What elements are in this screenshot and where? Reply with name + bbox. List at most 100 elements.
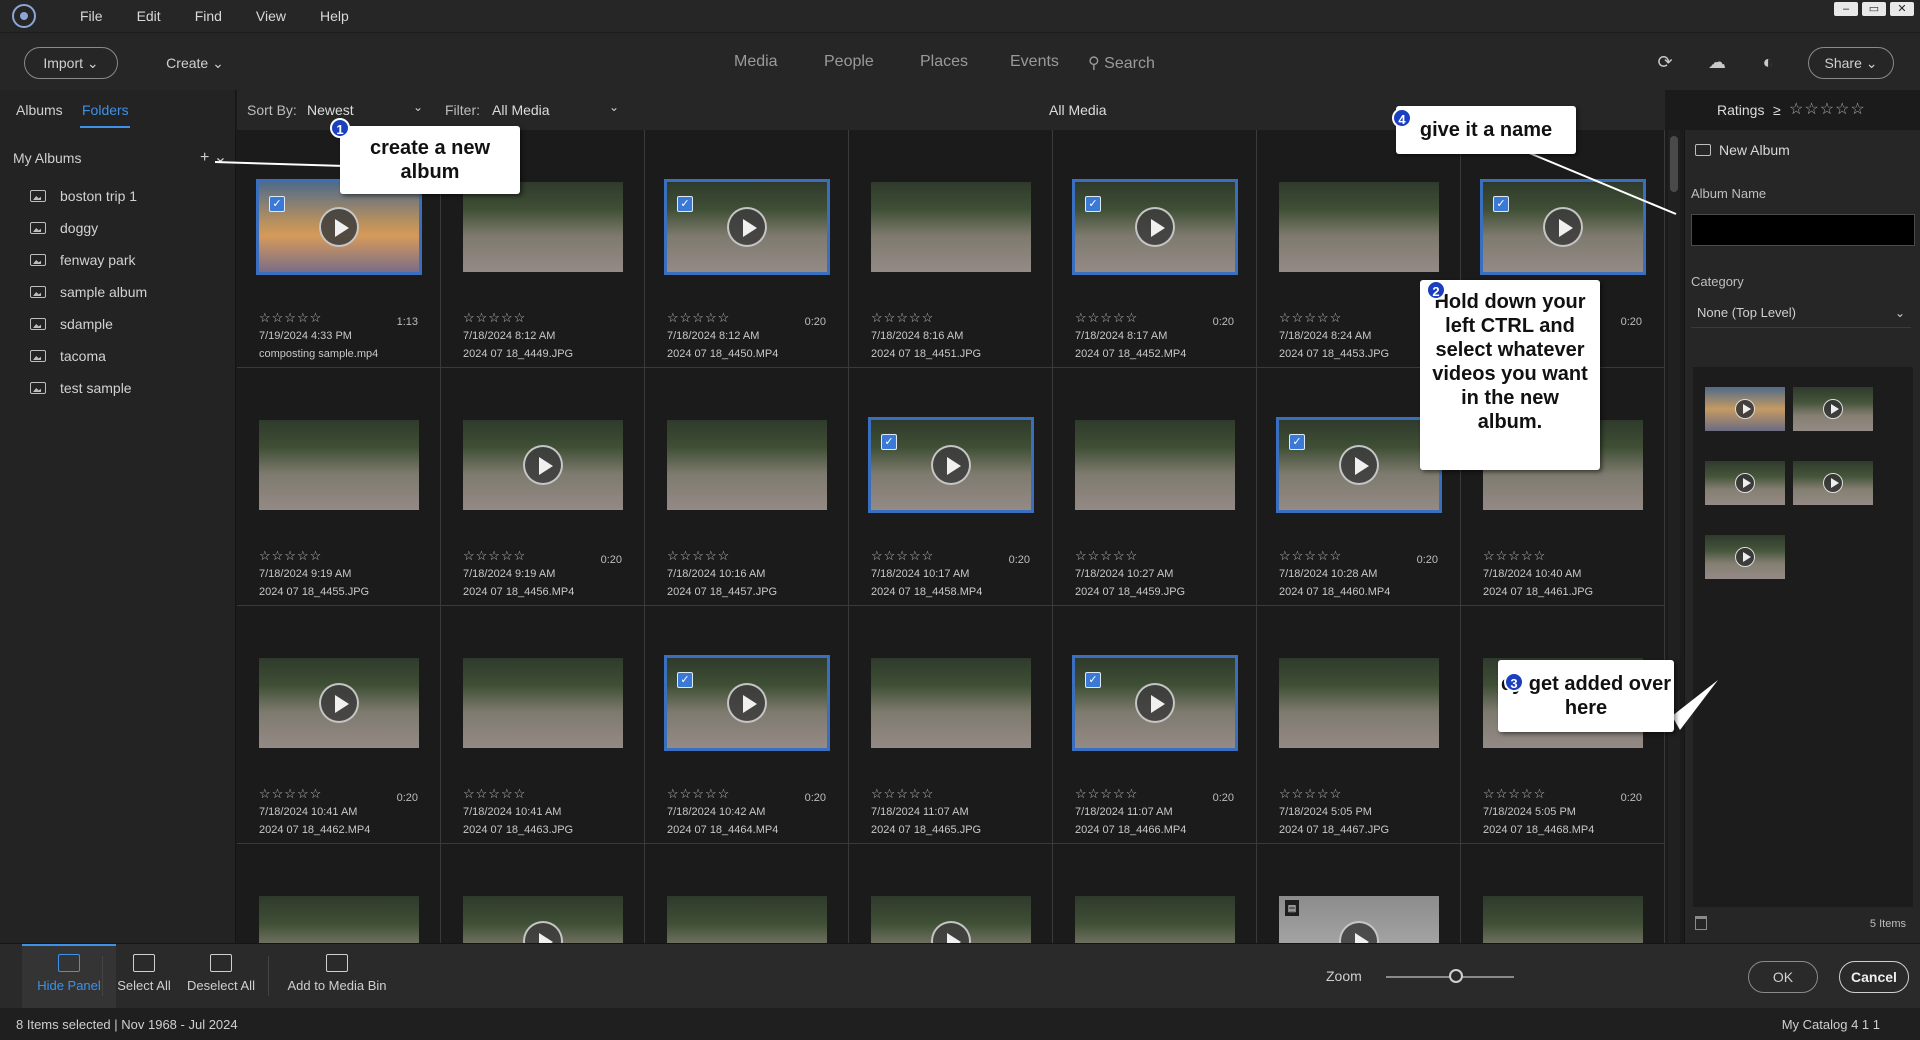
media-thumbnail[interactable] [871, 658, 1031, 748]
album-item[interactable]: fenway park [30, 244, 147, 276]
rating-stars[interactable]: ☆☆☆☆☆ [667, 548, 730, 564]
media-tile[interactable]: ☆☆☆☆☆ 0:20 7/18/2024 9:19 AM 2024 07 18_445… [441, 368, 645, 606]
album-media-thumbnail[interactable] [1705, 461, 1785, 505]
album-media-thumbnail[interactable] [1793, 387, 1873, 431]
rating-stars[interactable]: ☆☆☆☆☆ [259, 310, 322, 326]
rating-stars[interactable]: ☆☆☆☆☆ [1483, 786, 1546, 802]
rating-stars[interactable]: ☆☆☆☆☆ [871, 310, 934, 326]
tab-places[interactable]: Places [920, 53, 968, 71]
play-icon[interactable] [727, 683, 767, 723]
checkbox-checked-icon[interactable]: ✓ [881, 434, 897, 450]
play-icon[interactable] [523, 921, 563, 943]
checkbox-checked-icon[interactable]: ✓ [1493, 196, 1509, 212]
rating-stars[interactable]: ☆☆☆☆☆ [1075, 310, 1138, 326]
add-to-media-bin-button[interactable]: Add to Media Bin [280, 954, 394, 993]
media-tile[interactable] [1053, 844, 1257, 943]
album-media-thumbnail[interactable] [1705, 387, 1785, 431]
media-tile[interactable] [849, 844, 1053, 943]
album-item[interactable]: sdample [30, 308, 147, 340]
rating-stars[interactable]: ☆☆☆☆☆ [1279, 548, 1342, 564]
ok-button[interactable]: OK [1748, 961, 1818, 993]
share-button[interactable]: Share ⌄ [1808, 47, 1894, 79]
chevron-down-icon[interactable]: ⌄ [413, 100, 423, 114]
media-thumbnail[interactable]: ✓ [1480, 179, 1646, 275]
rating-stars[interactable]: ☆☆☆☆☆ [463, 786, 526, 802]
menu-find[interactable]: Find [195, 8, 222, 24]
media-thumbnail[interactable]: ✓ [1072, 655, 1238, 751]
album-item[interactable]: sample album [30, 276, 147, 308]
media-tile[interactable] [645, 844, 849, 943]
media-thumbnail[interactable] [463, 896, 623, 943]
tab-people[interactable]: People [824, 53, 874, 71]
play-icon[interactable] [523, 445, 563, 485]
ratings-filter-stars[interactable]: ☆☆☆☆☆ [1789, 99, 1866, 119]
rating-stars[interactable]: ☆☆☆☆☆ [463, 548, 526, 564]
media-tile[interactable]: ✓ ☆☆☆☆☆ 0:20 7/18/2024 10:42 AM 2024 07 18_4… [645, 606, 849, 844]
chevron-down-icon[interactable]: ⌄ [609, 100, 619, 114]
grid-scrollbar[interactable] [1668, 130, 1680, 943]
rating-stars[interactable]: ☆☆☆☆☆ [667, 786, 730, 802]
rating-stars[interactable]: ☆☆☆☆☆ [871, 786, 934, 802]
rating-stars[interactable]: ☆☆☆☆☆ [259, 548, 322, 564]
play-icon[interactable] [319, 207, 359, 247]
close-button[interactable]: ✕ [1890, 2, 1914, 16]
checkbox-checked-icon[interactable]: ✓ [677, 196, 693, 212]
media-thumbnail[interactable] [463, 658, 623, 748]
album-item[interactable]: boston trip 1 [30, 180, 147, 212]
rating-stars[interactable]: ☆☆☆☆☆ [871, 548, 934, 564]
media-tile[interactable]: ☆☆☆☆☆ 7/18/2024 9:19 AM 2024 07 18_4455.JP… [237, 368, 441, 606]
import-button[interactable]: Import ⌄ [24, 47, 118, 79]
album-name-input[interactable] [1691, 214, 1915, 246]
cancel-button[interactable]: Cancel [1839, 961, 1909, 993]
checkbox-checked-icon[interactable]: ✓ [1085, 672, 1101, 688]
play-icon[interactable] [727, 207, 767, 247]
sort-by-select[interactable]: Newest [307, 102, 354, 118]
media-thumbnail[interactable] [1483, 896, 1643, 943]
zoom-slider-handle[interactable] [1449, 969, 1464, 983]
media-thumbnail[interactable] [463, 182, 623, 272]
tab-events[interactable]: Events [1010, 53, 1059, 71]
rating-stars[interactable]: ☆☆☆☆☆ [1483, 548, 1546, 564]
category-select[interactable]: None (Top Level) ⌄ [1691, 298, 1911, 328]
maximize-button[interactable]: ▭ [1862, 2, 1886, 16]
media-tile[interactable] [1461, 844, 1665, 943]
media-thumbnail[interactable] [667, 420, 827, 510]
media-tile[interactable]: ✓ ☆☆☆☆☆ 0:20 7/18/2024 8:12 AM 2024 07 18_44… [645, 130, 849, 368]
media-thumbnail[interactable] [871, 182, 1031, 272]
trash-icon[interactable] [1695, 916, 1707, 930]
media-thumbnail[interactable] [1279, 182, 1439, 272]
media-tile[interactable] [441, 844, 645, 943]
media-thumbnail[interactable] [259, 658, 419, 748]
rating-stars[interactable]: ☆☆☆☆☆ [463, 310, 526, 326]
media-thumbnail[interactable]: ✓ [1072, 179, 1238, 275]
media-thumbnail[interactable]: ▤ [1279, 896, 1439, 943]
album-media-thumbnail[interactable] [1793, 461, 1873, 505]
album-item[interactable]: test sample [30, 372, 147, 404]
media-tile[interactable]: ☆☆☆☆☆ 7/18/2024 8:16 AM 2024 07 18_4451.JP… [849, 130, 1053, 368]
media-thumbnail[interactable]: ✓ [868, 417, 1034, 513]
add-album-button[interactable]: + ⌄ [200, 147, 227, 167]
media-thumbnail[interactable] [667, 896, 827, 943]
scrollbar-thumb[interactable] [1670, 136, 1678, 192]
tab-folders[interactable]: Folders [82, 102, 129, 118]
play-icon[interactable] [1339, 445, 1379, 485]
checkbox-checked-icon[interactable]: ✓ [269, 196, 285, 212]
play-icon[interactable] [1135, 683, 1175, 723]
sync-icon[interactable]: ⟳ [1654, 51, 1676, 73]
rating-stars[interactable]: ☆☆☆☆☆ [1075, 548, 1138, 564]
media-thumbnail[interactable] [1075, 896, 1235, 943]
rating-stars[interactable]: ☆☆☆☆☆ [1279, 310, 1342, 326]
select-all-button[interactable]: Select All [112, 954, 176, 993]
media-tile[interactable]: ✓ ☆☆☆☆☆ 0:20 7/18/2024 10:17 AM 2024 07 18_4… [849, 368, 1053, 606]
media-thumbnail[interactable]: ✓ [664, 179, 830, 275]
media-tile[interactable] [237, 844, 441, 943]
media-thumbnail[interactable] [1075, 420, 1235, 510]
media-thumbnail[interactable] [259, 896, 419, 943]
play-icon[interactable] [931, 445, 971, 485]
play-icon[interactable] [1543, 207, 1583, 247]
album-item[interactable]: doggy [30, 212, 147, 244]
album-media-thumbnail[interactable] [1705, 535, 1785, 579]
media-tile[interactable]: ✓ ☆☆☆☆☆ 0:20 7/18/2024 8:17 AM 2024 07 18_44… [1053, 130, 1257, 368]
media-tile[interactable]: ☆☆☆☆☆ 7/18/2024 11:07 AM 2024 07 18_4465.J… [849, 606, 1053, 844]
media-tile[interactable]: ☆☆☆☆☆ 7/18/2024 5:05 PM 2024 07 18_4467.JP… [1257, 606, 1461, 844]
